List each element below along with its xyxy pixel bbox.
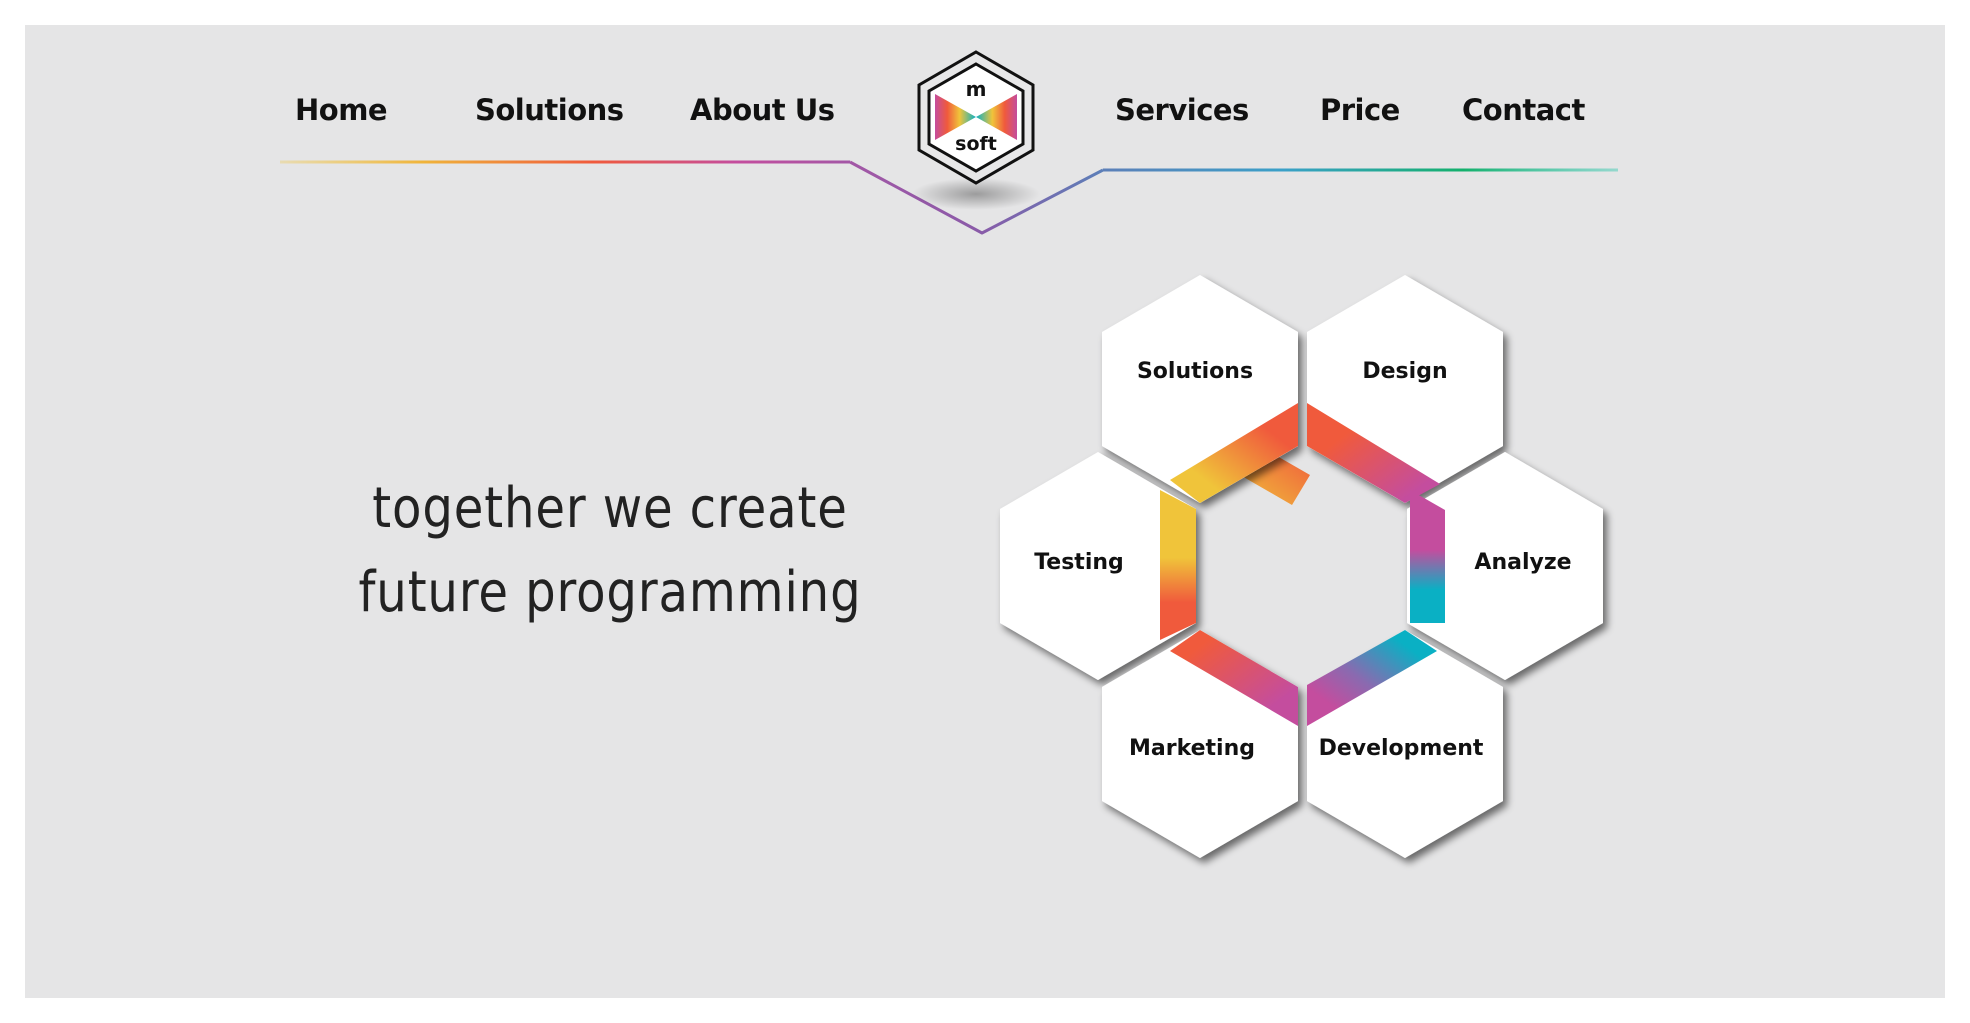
nav-home[interactable]: Home	[295, 93, 388, 127]
hex-label-analyze: Analyze	[1474, 550, 1572, 575]
hero-line-2: future programming	[358, 560, 862, 625]
hex-label-testing: Testing	[1034, 550, 1124, 575]
nav-price[interactable]: Price	[1320, 93, 1400, 127]
decoration-layer: m soft	[280, 50, 1618, 858]
nav-contact[interactable]: Contact	[1462, 93, 1585, 127]
hero-line-1: together we create	[372, 476, 848, 541]
nav-solutions[interactable]: Solutions	[475, 93, 624, 127]
hex-label-marketing: Marketing	[1128, 736, 1256, 761]
nav-about-us[interactable]: About Us	[690, 93, 835, 127]
logo-mark-top: m	[966, 77, 987, 101]
hex-label-development: Development	[1318, 736, 1484, 761]
nav-services[interactable]: Services	[1115, 93, 1249, 127]
logo-mark-bottom: soft	[955, 133, 997, 155]
logo-icon[interactable]	[912, 50, 1040, 210]
hex-label-design: Design	[1362, 359, 1448, 384]
hex-label-solutions: Solutions	[1136, 359, 1254, 384]
